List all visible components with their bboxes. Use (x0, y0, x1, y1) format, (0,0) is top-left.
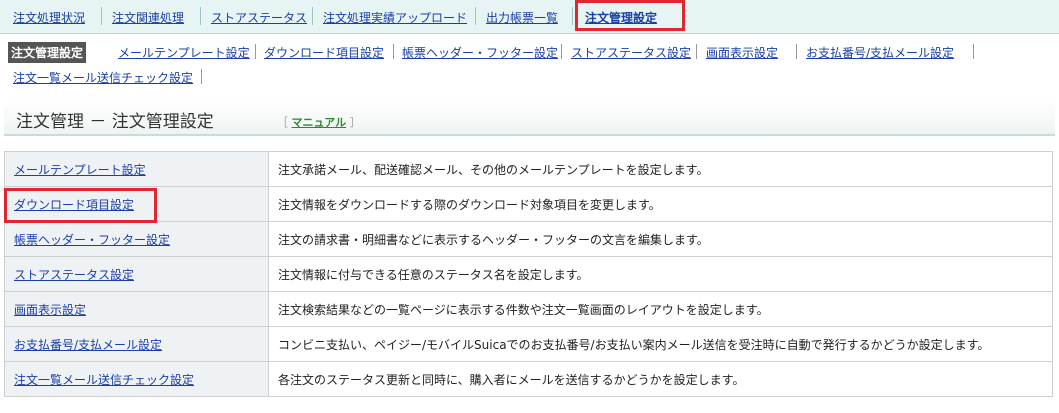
settings-name-cell: お支払番号/支払メール設定 (4, 326, 269, 362)
submenu-separator (393, 44, 394, 59)
settings-description: 注文の請求書・明細書などに表示するヘッダー・フッターの文言を編集します。 (268, 221, 1053, 257)
tab-order-processing[interactable]: 注文関連処理 (112, 9, 184, 26)
settings-name-cell: 画面表示設定 (4, 291, 269, 327)
submenu-separator (255, 44, 256, 59)
submenu-separator (696, 44, 697, 59)
highlight-box-download-settings (4, 188, 157, 223)
tab-separator (200, 7, 201, 25)
settings-description: コンビニ支払い、ペイジー/モバイルSuicaでのお支払番号/お支払い案内メール送… (268, 326, 1053, 362)
submenu-mail-template-settings[interactable]: メールテンプレート設定 (118, 44, 250, 61)
link-header-footer-settings[interactable]: 帳票ヘッダー・フッター設定 (14, 233, 170, 247)
submenu-separator (796, 44, 797, 59)
table-row: 画面表示設定 注文検索結果などの一覧ページに表示する件数や注文一覧画面のレイアウ… (4, 291, 1053, 327)
settings-name-cell: 注文一覧メール送信チェック設定 (4, 361, 269, 397)
manual-link[interactable]: マニュアル (292, 116, 347, 129)
table-row: メールテンプレート設定 注文承諾メール、配送確認メール、その他のメールテンプレー… (4, 151, 1053, 187)
tab-separator (475, 7, 476, 25)
table-row: ストアステータス設定 注文情報に付与できる任意のステータス名を設定します。 (4, 256, 1053, 292)
submenu-payment-number-mail-settings[interactable]: お支払番号/支払メール設定 (806, 44, 954, 61)
link-mail-send-check-settings[interactable]: 注文一覧メール送信チェック設定 (14, 373, 194, 387)
table-row: お支払番号/支払メール設定 コンビニ支払い、ペイジー/モバイルSuicaでのお支… (4, 326, 1053, 362)
tab-order-status[interactable]: 注文処理状況 (13, 9, 85, 26)
page-title: 注文管理 － 注文管理設定 (16, 112, 214, 132)
submenu-download-items-settings[interactable]: ダウンロード項目設定 (264, 44, 384, 61)
settings-name-cell: 帳票ヘッダー・フッター設定 (4, 221, 269, 257)
settings-description: 注文承諾メール、配送確認メール、その他のメールテンプレートを設定します。 (268, 151, 1053, 187)
submenu-mail-send-check-settings[interactable]: 注文一覧メール送信チェック設定 (13, 69, 193, 86)
link-mail-template-settings[interactable]: メールテンプレート設定 (14, 163, 146, 177)
tab-separator (101, 7, 102, 25)
link-store-status-settings[interactable]: ストアステータス設定 (14, 268, 134, 282)
table-row: 注文一覧メール送信チェック設定 各注文のステータス更新と同時に、購入者にメールを… (4, 361, 1053, 397)
submenu-order-management-settings[interactable]: 注文管理設定 (8, 42, 87, 63)
tab-separator (572, 7, 573, 25)
link-display-settings[interactable]: 画面表示設定 (14, 303, 86, 317)
highlight-box-active-tab (575, 0, 685, 31)
submenu-separator (201, 69, 202, 84)
link-payment-number-mail-settings[interactable]: お支払番号/支払メール設定 (14, 338, 162, 352)
settings-table: メールテンプレート設定 注文承諾メール、配送確認メール、その他のメールテンプレー… (4, 151, 1053, 397)
manual-link-wrapper: ［ マニュアル ］ (277, 116, 361, 129)
submenu-store-status-settings[interactable]: ストアステータス設定 (571, 44, 691, 61)
settings-description: 注文情報をダウンロードする際のダウンロード対象項目を変更します。 (268, 186, 1053, 222)
tab-output-forms-list[interactable]: 出力帳票一覧 (486, 9, 558, 26)
top-tab-bar: 注文処理状況 注文関連処理 ストアステータス 注文処理実績アップロード 出力帳票… (0, 0, 1059, 34)
settings-description: 各注文のステータス更新と同時に、購入者にメールを送信するかどうかを設定します。 (268, 361, 1053, 397)
tab-order-results-upload[interactable]: 注文処理実績アップロード (323, 9, 467, 26)
submenu-separator (561, 44, 562, 59)
tab-store-status[interactable]: ストアステータス (211, 9, 307, 26)
settings-description: 注文情報に付与できる任意のステータス名を設定します。 (268, 256, 1053, 292)
table-row: ダウンロード項目設定 注文情報をダウンロードする際のダウンロード対象項目を変更し… (4, 186, 1053, 222)
page-title-bar: 注文管理 － 注文管理設定 ［ マニュアル ］ (4, 100, 1055, 136)
settings-description: 注文検索結果などの一覧ページに表示する件数や注文一覧画面のレイアウトを設定します… (268, 291, 1053, 327)
submenu-separator (973, 44, 974, 59)
settings-name-cell: メールテンプレート設定 (4, 151, 269, 187)
submenu-header-footer-settings[interactable]: 帳票ヘッダー・フッター設定 (402, 44, 558, 61)
tab-separator (312, 7, 313, 25)
table-row: 帳票ヘッダー・フッター設定 注文の請求書・明細書などに表示するヘッダー・フッター… (4, 221, 1053, 257)
settings-name-cell: ストアステータス設定 (4, 256, 269, 292)
submenu-display-settings[interactable]: 画面表示設定 (706, 44, 778, 61)
